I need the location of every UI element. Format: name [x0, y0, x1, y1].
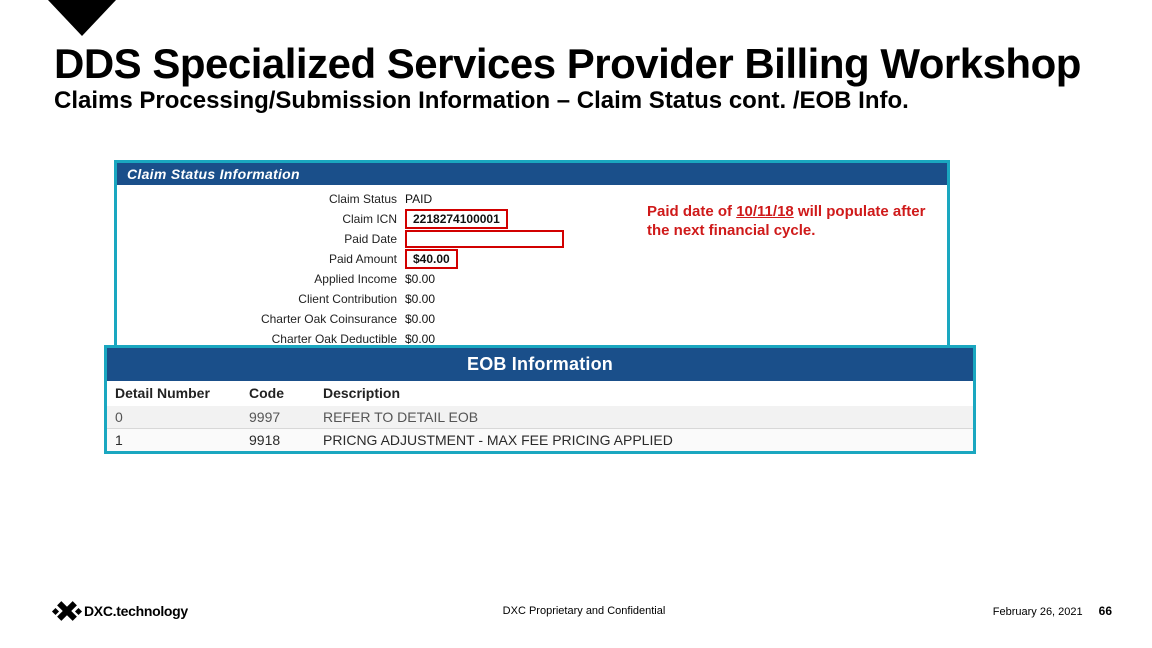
eob-col-code: Code — [241, 381, 315, 406]
row-client-contribution: Client Contribution $0.00 — [117, 289, 947, 309]
paid-date-annotation: Paid date of 10/11/18 will populate afte… — [647, 203, 927, 241]
annotation-pre: Paid date of — [647, 203, 736, 220]
client-contribution-label: Client Contribution — [117, 292, 405, 306]
eob-cell-desc: PRICNG ADJUSTMENT - MAX FEE PRICING APPL… — [315, 429, 973, 452]
row-paid-amount: Paid Amount $40.00 — [117, 249, 947, 269]
row-applied-income: Applied Income $0.00 — [117, 269, 947, 289]
footer-confidential: DXC Proprietary and Confidential — [503, 605, 666, 617]
footer-page-number: 66 — [1099, 604, 1112, 618]
co-deductible-label: Charter Oak Deductible — [117, 332, 405, 346]
co-deductible-value: $0.00 — [405, 332, 435, 346]
slide-subtitle: Claims Processing/Submission Information… — [54, 88, 1112, 114]
eob-cell-detail: 1 — [107, 429, 241, 452]
slide-footer: DXC.technology DXC Proprietary and Confi… — [56, 600, 1112, 622]
applied-income-label: Applied Income — [117, 272, 405, 286]
row-charter-oak-coinsurance: Charter Oak Coinsurance $0.00 — [117, 309, 947, 329]
paid-date-label: Paid Date — [117, 232, 405, 246]
eob-table-header-row: Detail Number Code Description — [107, 381, 973, 406]
dxc-logo-mark-icon — [56, 600, 78, 622]
eob-col-detail: Detail Number — [107, 381, 241, 406]
paid-amount-label: Paid Amount — [117, 252, 405, 266]
co-coinsurance-label: Charter Oak Coinsurance — [117, 312, 405, 326]
eob-panel-title: EOB Information — [107, 348, 973, 381]
eob-row: 1 9918 PRICNG ADJUSTMENT - MAX FEE PRICI… — [107, 429, 973, 452]
claim-status-value: PAID — [405, 192, 432, 206]
claim-status-panel-title: Claim Status Information — [117, 163, 947, 185]
paid-date-value — [405, 230, 564, 248]
applied-income-value: $0.00 — [405, 272, 435, 286]
claim-icn-value: 2218274100001 — [405, 209, 508, 229]
client-contribution-value: $0.00 — [405, 292, 435, 306]
eob-table: Detail Number Code Description 0 9997 RE… — [107, 381, 973, 451]
eob-cell-desc: REFER TO DETAIL EOB — [315, 406, 973, 429]
claim-icn-label: Claim ICN — [117, 212, 405, 226]
slide-marker-triangle — [48, 0, 116, 36]
eob-col-description: Description — [315, 381, 973, 406]
co-coinsurance-value: $0.00 — [405, 312, 435, 326]
claim-status-panel: Claim Status Information Claim Status PA… — [114, 160, 950, 358]
eob-cell-code: 9997 — [241, 406, 315, 429]
paid-amount-value: $40.00 — [405, 249, 458, 269]
eob-cell-detail: 0 — [107, 406, 241, 429]
claim-status-label: Claim Status — [117, 192, 405, 206]
eob-row: 0 9997 REFER TO DETAIL EOB — [107, 406, 973, 429]
claim-icn-highlight: 2218274100001 — [405, 209, 508, 229]
slide-title: DDS Specialized Services Provider Billin… — [54, 42, 1112, 86]
eob-cell-code: 9918 — [241, 429, 315, 452]
footer-date: February 26, 2021 — [993, 606, 1083, 618]
eob-panel: EOB Information Detail Number Code Descr… — [104, 345, 976, 454]
title-block: DDS Specialized Services Provider Billin… — [54, 42, 1112, 114]
paid-date-empty-highlight — [405, 230, 564, 248]
dxc-logo: DXC.technology — [56, 600, 188, 622]
annotation-date: 10/11/18 — [736, 203, 794, 220]
dxc-logo-text: DXC.technology — [84, 603, 188, 619]
paid-amount-highlight: $40.00 — [405, 249, 458, 269]
